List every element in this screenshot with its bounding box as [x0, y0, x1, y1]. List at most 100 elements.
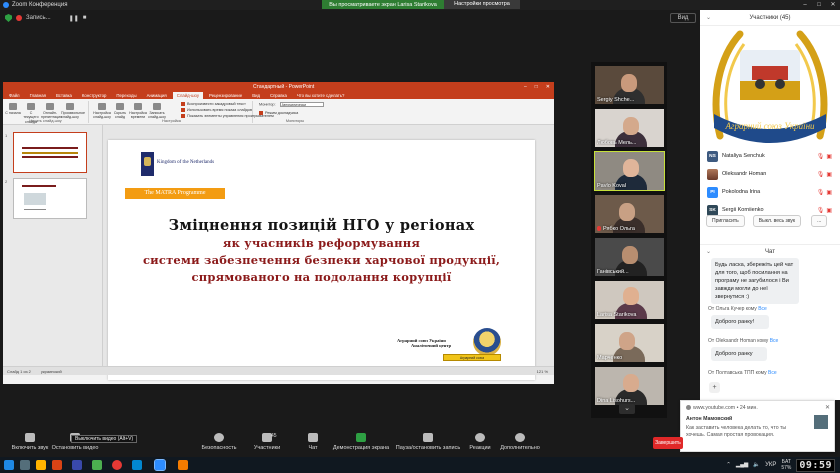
end-meeting-button[interactable]: Завершить [653, 437, 683, 449]
share-banner: Вы просматриваете экран Larisa Starikova… [322, 0, 520, 9]
chat-to-word: кому [745, 306, 757, 312]
browser-notification[interactable]: www.youtube.com • 24 мин. ✕ Антон Мамовс… [680, 400, 835, 452]
volume-icon[interactable]: 🔈 [753, 462, 760, 468]
ppt-tab-view[interactable]: Вид [248, 92, 264, 99]
shield-icon [5, 14, 12, 22]
ppt-minimize-button[interactable]: – [524, 84, 527, 90]
agrarian-union-emblem: Аграрний союз України [712, 30, 828, 143]
pause-recording-button[interactable]: ❚❚ [69, 15, 79, 22]
online-present-button[interactable]: Онлайн-презентация [41, 103, 62, 120]
minimize-button[interactable]: – [798, 0, 812, 10]
stop-recording-button[interactable]: ■ [83, 15, 87, 21]
participant-name: Nataliya Senchuk [722, 153, 765, 159]
system-tray: ⌃ ▂▄▆ 🔈 УКР БАТ 57% 09:59 [726, 458, 835, 472]
person-face [623, 117, 639, 135]
play-narration-checkbox[interactable]: Воспроизвести закадровый текст [181, 102, 246, 106]
person-face [623, 374, 639, 392]
netherlands-crest-icon [141, 152, 154, 176]
search-icon[interactable] [20, 460, 30, 470]
chat-to-word: кому [757, 338, 769, 344]
chat-recipient: Все [768, 370, 777, 376]
participants-header: ⌄ Участники (45) [700, 10, 840, 26]
close-icon[interactable]: ✕ [825, 404, 830, 411]
ppt-ribbon: С начала С текущего слайда Онлайн-презен… [3, 99, 554, 125]
participant-row[interactable]: PI Pokolodna Irina 🎙▣ [700, 183, 840, 201]
ppt-tell-me[interactable]: Что вы хотите сделать? [293, 92, 349, 99]
app-icon[interactable] [132, 460, 142, 470]
zoom-level[interactable]: 121 % [537, 369, 548, 374]
chevron-down-icon[interactable]: ⌄ [706, 245, 711, 259]
record-show-button[interactable]: Записать слайд-шоу [148, 103, 166, 120]
ppt-tab-file[interactable]: Файл [5, 92, 24, 99]
tray-chevron-icon[interactable]: ⌃ [726, 462, 731, 468]
share-screen-icon [356, 433, 366, 442]
zoom-taskbar-icon[interactable] [154, 459, 166, 471]
more-button[interactable]: Дополнительно [490, 433, 550, 451]
ppt-tab-home[interactable]: Главная [26, 92, 50, 99]
emblem-wheel [775, 79, 785, 89]
tile-name: Ганівський... [597, 269, 629, 275]
use-timings-checkbox[interactable]: Использовать время показа слайдов [181, 108, 252, 112]
view-button[interactable]: Вид [670, 13, 696, 23]
video-tile[interactable]: Ганівський... [595, 238, 664, 276]
participant-row[interactable]: Oleksandr Homan 🎙▣ [700, 165, 840, 183]
folder-icon[interactable] [36, 460, 46, 470]
ppt-tab-design[interactable]: Конструктор [78, 92, 111, 99]
ppt-title-bar: Стандартный - PowerPoint – □ ✕ [3, 82, 554, 91]
hide-slide-button[interactable]: Скрыть слайд [111, 103, 129, 120]
share-screen-button[interactable]: Демонстрация экрана [332, 433, 390, 451]
video-tile[interactable]: Dina Lisohurs... [595, 367, 664, 405]
ppt-maximize-button[interactable]: □ [535, 84, 538, 90]
invite-button[interactable]: Пригласить [706, 215, 745, 227]
chrome-icon[interactable] [112, 460, 122, 470]
mute-all-button[interactable]: Выкл. весь звук [752, 215, 802, 227]
more-participants-button[interactable]: ... [811, 215, 828, 227]
ppt-tab-review[interactable]: Рецензирование [205, 92, 246, 99]
custom-show-button[interactable]: Произвольное слайд-шоу [61, 103, 85, 120]
video-tile[interactable]: Sergiy Shche... [595, 66, 664, 104]
smiley-icon [475, 433, 485, 442]
close-button[interactable]: ✕ [826, 0, 840, 10]
current-slide[interactable]: Kingdom of the Netherlands The MATRA Pro… [108, 140, 535, 380]
app-icon[interactable] [178, 460, 188, 470]
tile-name: Pavlo Koval [597, 183, 627, 189]
video-tile[interactable]: Марченко [595, 324, 664, 362]
input-language[interactable]: УКР [765, 462, 776, 468]
ppt-tab-animation[interactable]: Анимация [143, 92, 171, 99]
chat-message-meta: От Ольга Кучер кому Все [708, 306, 767, 312]
slide-thumbnail-1[interactable] [13, 132, 87, 173]
muted-mic-video-icon: 🎙▣ [816, 153, 834, 160]
ppt-close-button[interactable]: ✕ [546, 84, 550, 90]
more-dots-icon [515, 433, 525, 442]
view-options-button[interactable]: Настройки просмотра [444, 0, 520, 9]
network-icon[interactable]: ▂▄▆ [736, 462, 748, 468]
taskbar-clock[interactable]: 09:59 [796, 458, 835, 472]
app-icon[interactable] [92, 460, 102, 470]
video-tile[interactable]: Larisa Starikova [595, 281, 664, 319]
gallery-scroll-down-button[interactable]: ⌄ [619, 404, 635, 414]
chat-recipient: Все [769, 338, 779, 344]
slide-thumbnail-2[interactable] [13, 178, 87, 219]
participant-row[interactable]: NS Nataliya Senchuk 🎙▣ [700, 147, 840, 165]
hide-slide-icon [116, 103, 124, 110]
video-tile-active[interactable]: Pavlo Koval [594, 151, 665, 191]
chat-add-button[interactable]: + [709, 382, 720, 393]
start-menu-icon[interactable] [4, 460, 14, 470]
rehearse-timings-button[interactable]: Настройка времени [129, 103, 147, 120]
ppt-tab-transitions[interactable]: Переходы [112, 92, 140, 99]
video-tile[interactable]: Рябко Ольга [595, 195, 664, 233]
thumb-line [24, 209, 46, 210]
video-tile[interactable]: Любовь Мель... [595, 109, 664, 147]
ppt-tab-slideshow[interactable]: Слайд-шоу [172, 92, 204, 99]
ppt-doc-title: Стандартный - PowerPoint [253, 83, 315, 90]
powerpoint-icon[interactable] [52, 460, 62, 470]
chevron-down-icon[interactable]: ⌄ [706, 10, 711, 26]
side-panel: ⌄ Участники (45) Аграрний союз України N… [700, 10, 840, 400]
maximize-button[interactable]: □ [812, 0, 826, 10]
setup-show-button[interactable]: Настройка слайд-шоу [93, 103, 111, 120]
chat-message: Будь ласка, збережіть цей чат для того, … [711, 258, 799, 304]
app-icon[interactable] [72, 460, 82, 470]
ppt-tab-insert[interactable]: Вставка [52, 92, 76, 99]
ppt-tab-help[interactable]: Справка [266, 92, 291, 99]
from-beginning-button[interactable]: С начала [4, 103, 22, 115]
